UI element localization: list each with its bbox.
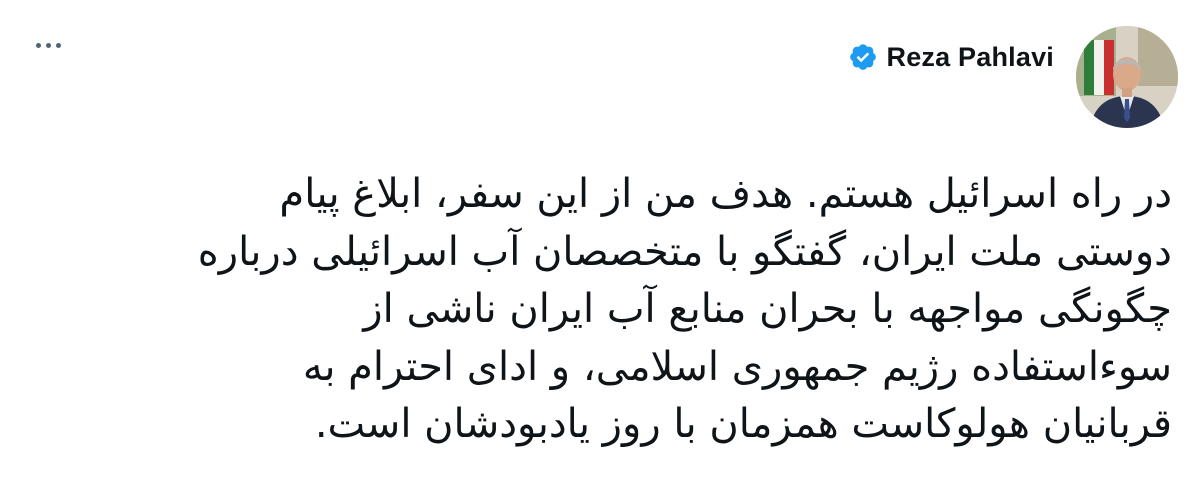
tweet-text-line: در راه اسرائیل هستم. هدف من از این سفر، …: [279, 171, 1172, 217]
verified-badge-icon: [849, 44, 876, 70]
tweet-text-line: قربانیان هولوکاست همزمان با روز یادبودشا…: [314, 401, 1172, 447]
tweet-card: Reza Pahlavi در راه اسرائیل هستم. هدف من…: [0, 0, 1200, 481]
tweet-text: در راه اسرائیل هستم. هدف من از این سفر، …: [112, 166, 1172, 454]
more-horizontal-icon: [35, 42, 61, 48]
tweet-text-line: دوستی ملت ایران، گفتگو با متخصصان آب اسر…: [197, 228, 1172, 275]
profile-photo-icon: [1076, 26, 1178, 128]
author-name-row[interactable]: Reza Pahlavi: [848, 40, 1055, 74]
tweet-text-line: سوءاستفاده رژیم جمهوری اسلامی، و ادای اح…: [302, 343, 1172, 390]
more-options-button[interactable]: [28, 30, 68, 60]
avatar[interactable]: [1076, 26, 1178, 128]
tweet-text-line: چگونگی مواجهه با بحران منابع آب ایران نا…: [363, 286, 1172, 332]
author-display-name[interactable]: Reza Pahlavi: [887, 42, 1055, 73]
